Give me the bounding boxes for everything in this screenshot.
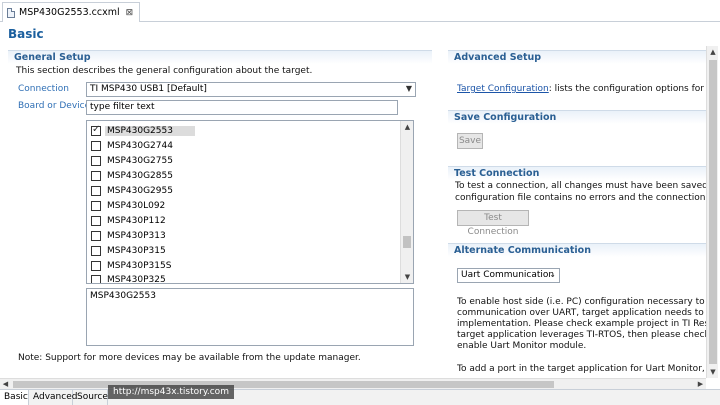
device-checkbox[interactable] <box>91 274 101 283</box>
device-name: MSP430G2553 <box>105 125 195 136</box>
device-checkbox[interactable] <box>91 245 101 256</box>
chevron-down-icon[interactable]: ▼ <box>406 84 412 93</box>
uart-communication-combo[interactable]: Uart Communication ⌄ <box>457 268 560 283</box>
scroll-up-icon[interactable]: ▲ <box>401 121 413 133</box>
list-item[interactable]: MSP430G2744 <box>91 138 173 153</box>
file-icon <box>7 7 15 18</box>
close-icon[interactable]: ⊠ <box>126 8 134 18</box>
device-name: MSP430P325 <box>107 274 166 284</box>
list-item[interactable]: MSP430G2955 <box>91 183 173 198</box>
device-name: MSP430G2955 <box>107 185 173 196</box>
general-setup-description: This section describes the general confi… <box>16 66 313 76</box>
test-connection-line-2: configuration file contains no errors an… <box>455 193 706 203</box>
scrollbar-thumb[interactable] <box>13 381 554 388</box>
scroll-up-icon[interactable]: ▲ <box>707 46 719 58</box>
device-checkbox[interactable] <box>91 215 101 226</box>
editor-tab-title: MSP430G2553.ccxml <box>19 7 120 18</box>
list-item[interactable]: MSP430G2855 <box>91 168 173 183</box>
alternate-line: enable Uart Monitor module. <box>457 341 587 351</box>
save-configuration-header: Save Configuration <box>448 110 706 124</box>
general-setup-header: General Setup <box>8 50 432 64</box>
editor-tab-bar: MSP430G2553.ccxml ⊠ <box>0 0 720 22</box>
device-name: MSP430L092 <box>107 200 166 211</box>
scroll-down-icon[interactable]: ▼ <box>707 366 719 378</box>
list-item[interactable]: MSP430P315 <box>91 243 166 258</box>
list-item[interactable]: MSP430G2553 <box>91 123 195 138</box>
connection-value: TI MSP430 USB1 [Default] <box>90 84 207 94</box>
device-checkbox[interactable] <box>91 185 101 196</box>
device-name: MSP430P315S <box>107 260 172 271</box>
device-checkbox[interactable] <box>91 155 101 166</box>
watermark: http://msp43x.tistory.com <box>108 385 234 399</box>
tab-advanced[interactable]: Advanced <box>29 390 77 405</box>
device-checkbox[interactable] <box>91 260 101 271</box>
scroll-down-icon[interactable]: ▼ <box>401 271 413 283</box>
connection-label: Connection <box>18 84 69 94</box>
page-vertical-scrollbar[interactable]: ▲ ▼ <box>706 46 718 378</box>
list-item[interactable]: MSP430P325 <box>91 272 166 284</box>
tab-source[interactable]: Source <box>73 390 108 405</box>
device-name: MSP430G2855 <box>107 170 173 181</box>
page-horizontal-scrollbar[interactable]: ◀ ▶ <box>0 378 706 389</box>
board-or-device-label: Board or Device <box>18 101 91 111</box>
device-checkbox[interactable] <box>91 170 101 181</box>
alternate-line: target application leverages TI-RTOS, th… <box>457 330 706 340</box>
scrollbar-thumb[interactable] <box>403 236 411 248</box>
alternate-line: To enable host side (i.e. PC) configurat… <box>457 297 706 307</box>
device-checkbox[interactable] <box>91 200 101 211</box>
device-checkbox[interactable] <box>91 140 101 151</box>
page-title: Basic <box>8 27 44 41</box>
alternate-communication-header: Alternate Communication <box>448 243 706 257</box>
device-name: MSP430G2744 <box>107 140 173 151</box>
chevron-down-icon[interactable]: ⌄ <box>549 270 556 279</box>
selected-device-box: MSP430G2553 <box>86 288 414 346</box>
list-item[interactable]: MSP430P315S <box>91 258 171 273</box>
device-checkbox[interactable] <box>91 230 101 241</box>
uart-communication-value: Uart Communication <box>461 270 555 280</box>
device-filter-input[interactable]: type filter text <box>86 100 398 115</box>
device-list-scrollbar[interactable]: ▲ ▼ <box>400 121 413 283</box>
device-checkbox[interactable] <box>91 124 101 136</box>
test-connection-button[interactable]: Test Connection <box>457 210 529 237</box>
advanced-setup-header: Advanced Setup <box>448 50 706 64</box>
target-configuration-link[interactable]: Target Configuration <box>457 84 549 94</box>
advanced-setup-text: Target Configuration: lists the configur… <box>457 84 706 94</box>
alternate-line: communication over UART, target applicat… <box>457 308 706 318</box>
save-button[interactable]: Save <box>457 133 483 149</box>
device-name: MSP430P315 <box>107 245 166 256</box>
list-item[interactable]: MSP430P112 <box>91 213 166 228</box>
test-connection-header: Test Connection <box>448 166 706 180</box>
connection-combo[interactable]: TI MSP430 USB1 [Default] ▼ <box>86 82 416 97</box>
device-list[interactable]: MSP430G2553 MSP430G2744 MSP430G2755 MSP4… <box>86 120 414 284</box>
tab-basic[interactable]: Basic <box>0 390 29 405</box>
scrollbar-thumb[interactable] <box>709 60 717 364</box>
device-name: MSP430P112 <box>107 215 166 226</box>
update-manager-note: Note: Support for more devices may be av… <box>18 353 361 363</box>
alternate-last-line: To add a port in the target application … <box>457 364 706 374</box>
selected-device: MSP430G2553 <box>90 291 156 301</box>
advanced-setup-suffix: : lists the configuration options for th… <box>548 84 706 94</box>
device-name: MSP430P313 <box>107 230 166 241</box>
editor-tab[interactable]: MSP430G2553.ccxml ⊠ <box>2 2 141 22</box>
list-item[interactable]: MSP430G2755 <box>91 153 173 168</box>
alternate-line: implementation. Please check example pro… <box>457 319 706 329</box>
list-item[interactable]: MSP430L092 <box>91 198 165 213</box>
list-item[interactable]: MSP430P313 <box>91 228 166 243</box>
test-connection-line-1: To test a connection, all changes must h… <box>455 181 706 191</box>
device-name: MSP430G2755 <box>107 155 173 166</box>
